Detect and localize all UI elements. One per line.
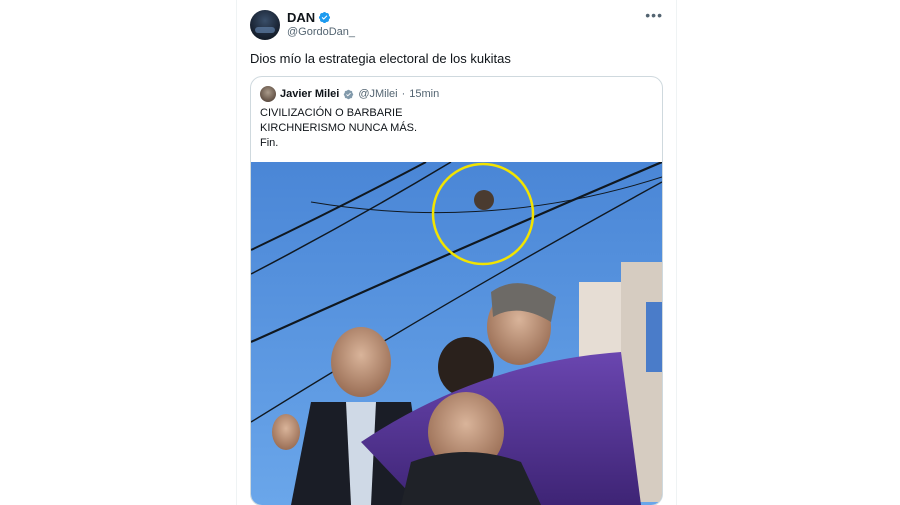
- quoted-separator: ·: [401, 88, 406, 100]
- thrown-rock: [474, 190, 494, 210]
- quoted-timestamp[interactable]: 15min: [409, 88, 439, 100]
- quoted-text-line: CIVILIZACIÓN O BARBARIE: [260, 107, 403, 119]
- quoted-tweet-photo[interactable]: [251, 162, 662, 505]
- quoted-text-line: Fin.: [260, 137, 279, 149]
- author-display-name[interactable]: DAN: [287, 10, 315, 25]
- verified-badge-icon: [319, 11, 331, 24]
- quoted-author-handle[interactable]: @JMilei: [358, 88, 397, 100]
- quoted-text-line: KIRCHNERISMO NUNCA MÁS.: [260, 122, 418, 134]
- author-avatar[interactable]: [250, 10, 280, 40]
- quoted-author-avatar[interactable]: [260, 86, 276, 102]
- author-handle[interactable]: @GordoDan_: [287, 26, 355, 38]
- author-name-row: DAN: [287, 10, 331, 25]
- quoted-verified-badge-icon: [344, 89, 354, 99]
- tweet-card[interactable]: DAN @GordoDan_ ••• Dios mío la estrategi…: [236, 0, 677, 505]
- quoted-tweet-text: CIVILIZACIÓN O BARBARIE KIRCHNERISMO NUN…: [260, 106, 417, 151]
- quoted-author-name[interactable]: Javier Milei: [280, 88, 339, 100]
- quoted-tweet[interactable]: Javier Milei @JMilei · 15min CIVILIZACIÓ…: [250, 76, 663, 505]
- tweet-text: Dios mío la estrategia electoral de los …: [250, 51, 511, 66]
- quoted-tweet-header: Javier Milei @JMilei · 15min: [260, 86, 439, 102]
- more-options-icon[interactable]: •••: [645, 8, 663, 22]
